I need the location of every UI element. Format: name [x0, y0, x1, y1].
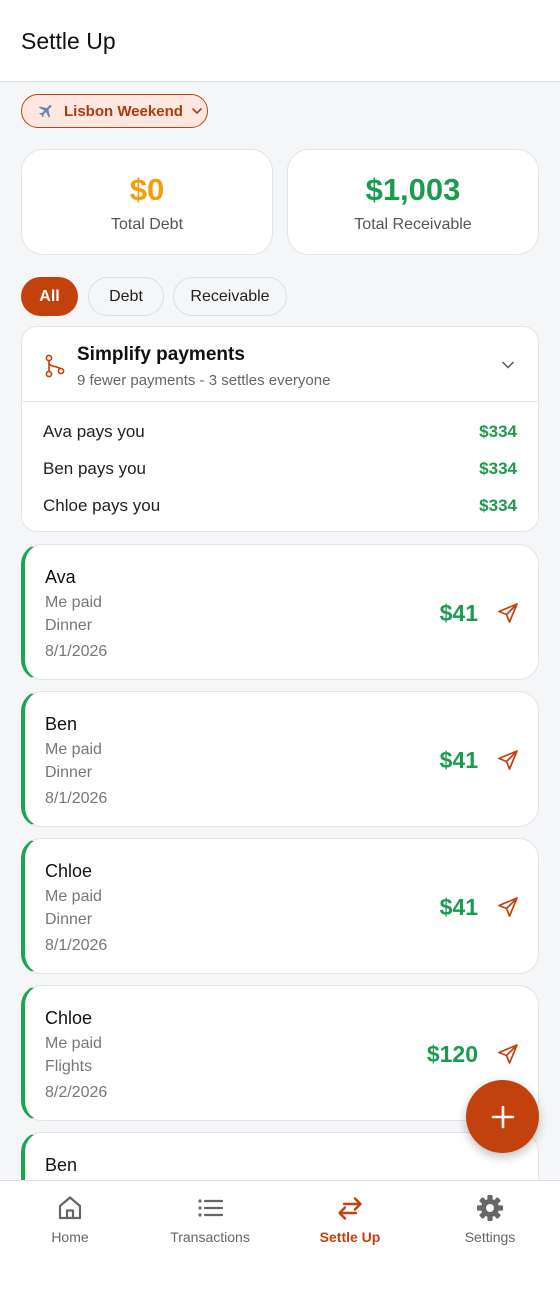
simplify-row: Ava pays you $334 — [43, 420, 517, 444]
simplify-subtitle: 9 fewer payments - 3 settles everyone — [77, 372, 331, 389]
payment-card[interactable]: Chloe Me paid Flights 8/2/2026 $120 — [21, 985, 539, 1121]
total-receivable-label: Total Receivable — [354, 216, 472, 233]
total-receivable-value: $1,003 — [365, 172, 461, 207]
swap-arrows-icon — [338, 1197, 362, 1220]
bottom-nav: Home Transactions Settle Up Settings — [0, 1180, 560, 1303]
nav-transactions[interactable]: Transactions — [140, 1193, 280, 1245]
simplify-title: Simplify payments — [77, 344, 245, 365]
payment-person: Ava — [45, 567, 76, 587]
simplify-row-payer: Chloe pays you — [43, 496, 161, 515]
payment-amount: $41 — [439, 894, 478, 920]
payment-item: Dinner — [45, 617, 93, 634]
total-receivable-card: $1,003 Total Receivable — [287, 149, 539, 255]
payment-card[interactable]: Ben Me paid Dinner 8/1/2026 $41 — [21, 691, 539, 827]
nav-home-label: Home — [51, 1229, 89, 1245]
gear-icon — [477, 1195, 503, 1221]
payment-payer: Me paid — [45, 594, 102, 611]
total-debt-value: $0 — [129, 172, 165, 207]
payment-amount: $41 — [439, 747, 478, 773]
simplify-row-amount: $334 — [479, 459, 517, 478]
trip-selector-label: Lisbon Weekend — [64, 102, 183, 120]
payment-person: Chloe — [45, 1008, 93, 1028]
plane-icon — [38, 105, 52, 118]
app-header: Settle Up — [0, 0, 560, 82]
payment-date: 8/1/2026 — [45, 790, 108, 807]
filter-receivable[interactable]: Receivable — [173, 277, 287, 316]
nav-settings-label: Settings — [464, 1229, 516, 1245]
payment-amount: $41 — [439, 600, 478, 626]
page-title: Settle Up — [21, 28, 116, 54]
nav-home[interactable]: Home — [0, 1193, 140, 1245]
chevron-down-icon[interactable] — [500, 357, 516, 373]
simplify-header[interactable]: Simplify payments 9 fewer payments - 3 s… — [22, 327, 538, 402]
nav-transactions-label: Transactions — [170, 1229, 250, 1245]
simplify-payments-panel: Simplify payments 9 fewer payments - 3 s… — [21, 326, 539, 532]
payment-item: Flights — [45, 1058, 93, 1075]
list-icon — [198, 1199, 224, 1217]
send-icon[interactable] — [496, 601, 520, 625]
payment-item: Dinner — [45, 764, 93, 781]
simplify-row: Ben pays you $334 — [43, 457, 517, 481]
payment-date: 8/1/2026 — [45, 937, 108, 954]
nav-settle-up[interactable]: Settle Up — [280, 1193, 420, 1245]
simplify-row: Chloe pays you $334 — [43, 494, 517, 518]
branch-icon — [45, 354, 65, 378]
simplify-row-payer: Ben pays you — [43, 459, 147, 478]
payment-amount: $120 — [426, 1041, 478, 1067]
filter-all[interactable]: All — [21, 277, 78, 316]
send-icon[interactable] — [496, 1042, 520, 1066]
filter-debt[interactable]: Debt — [88, 277, 164, 316]
total-debt-card: $0 Total Debt — [21, 149, 273, 255]
payment-payer: Me paid — [45, 741, 102, 758]
home-icon — [58, 1196, 82, 1220]
payment-payer: Me paid — [45, 1035, 102, 1052]
simplify-row-amount: $334 — [479, 422, 517, 441]
simplify-row-amount: $334 — [479, 496, 517, 515]
payment-person: Chloe — [45, 861, 93, 881]
payment-item: Dinner — [45, 911, 93, 928]
payment-payer: Me paid — [45, 888, 102, 905]
total-debt-label: Total Debt — [110, 216, 184, 233]
chevron-down-icon — [192, 108, 202, 114]
trip-selector[interactable]: Lisbon Weekend — [21, 94, 208, 128]
payment-card[interactable]: Chloe Me paid Dinner 8/1/2026 $41 — [21, 838, 539, 974]
payment-date: 8/2/2026 — [45, 1084, 108, 1101]
plus-icon — [491, 1105, 514, 1128]
nav-settings[interactable]: Settings — [420, 1193, 560, 1245]
nav-settle-up-label: Settle Up — [319, 1229, 381, 1245]
payment-person: Ben — [45, 714, 78, 734]
payment-date: 8/1/2026 — [45, 643, 108, 660]
send-icon[interactable] — [496, 748, 520, 772]
payment-card[interactable]: Ava Me paid Dinner 8/1/2026 $41 — [21, 544, 539, 680]
simplify-row-payer: Ava pays you — [43, 422, 145, 441]
send-icon[interactable] — [496, 895, 520, 919]
add-button[interactable] — [466, 1080, 539, 1153]
payment-person: Ben — [45, 1155, 78, 1175]
